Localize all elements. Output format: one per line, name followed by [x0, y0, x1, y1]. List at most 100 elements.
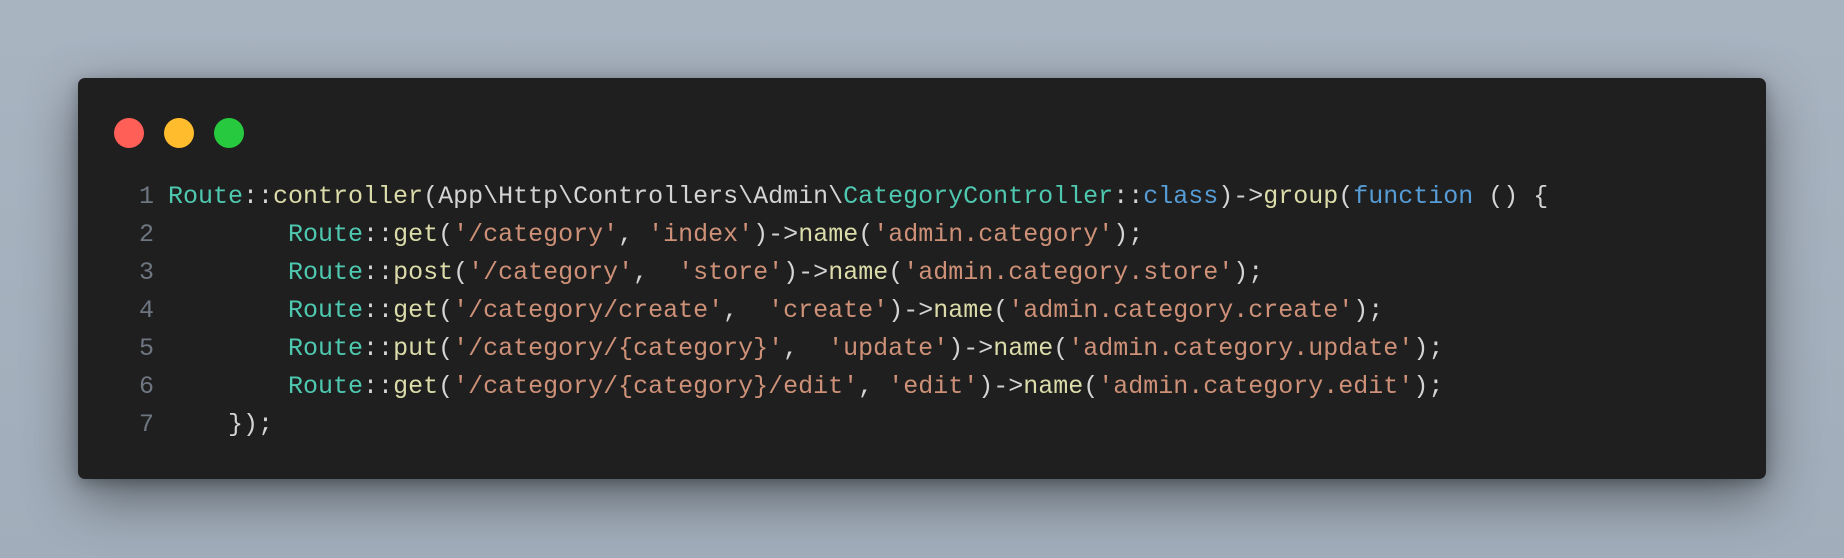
- code-block: 1 Route::controller(App\Http\Controllers\…: [78, 178, 1766, 444]
- code-token: (: [453, 258, 469, 287]
- code-token: put: [393, 334, 439, 363]
- code-token: Route: [288, 258, 364, 287]
- line-source: Route::get('/category/create', 'create')…: [154, 292, 1383, 330]
- code-token: ::: [363, 372, 394, 401]
- code-line: 1 Route::controller(App\Http\Controllers\…: [78, 178, 1766, 216]
- code-token: );: [1413, 372, 1444, 401]
- line-source: Route::get('/category/{category}/edit', …: [154, 368, 1443, 406]
- code-token: ,: [858, 372, 889, 401]
- line-number: 4: [138, 296, 154, 325]
- code-token: (: [1083, 372, 1099, 401]
- code-token: name: [798, 220, 859, 249]
- code-token: '/category': [468, 258, 634, 287]
- code-token: Route: [288, 334, 364, 363]
- code-token: 'admin.category.edit': [1098, 372, 1414, 401]
- window-controls: [114, 118, 244, 148]
- code-token: ,: [723, 296, 769, 325]
- code-window: 1 Route::controller(App\Http\Controllers\…: [78, 78, 1766, 479]
- code-token: (: [993, 296, 1009, 325]
- code-token: controller: [273, 182, 424, 211]
- code-token: CategoryController: [843, 182, 1114, 211]
- code-token: Route: [288, 296, 364, 325]
- code-token: Route: [168, 182, 244, 211]
- code-token: )->: [1218, 182, 1264, 211]
- code-token: get: [393, 296, 439, 325]
- code-line: 7 });: [78, 406, 1766, 444]
- code-token: (: [1053, 334, 1069, 363]
- code-token: ,: [633, 258, 679, 287]
- code-token: '/category': [453, 220, 619, 249]
- line-number: 3: [138, 258, 154, 287]
- code-token: '/category/{category}': [453, 334, 784, 363]
- code-token: 'admin.category.store': [903, 258, 1234, 287]
- line-source: Route::controller(App\Http\Controllers\A…: [154, 178, 1548, 216]
- close-dot-icon[interactable]: [114, 118, 144, 148]
- code-token: 'edit': [888, 372, 979, 401]
- code-token: '/category/{category}/edit': [453, 372, 859, 401]
- line-source: Route::put('/category/{category}', 'upda…: [154, 330, 1443, 368]
- code-token: ::: [363, 334, 394, 363]
- code-token: 'index': [648, 220, 754, 249]
- line-number: 7: [138, 410, 154, 439]
- code-token: 'create': [768, 296, 889, 325]
- code-token: );: [1233, 258, 1264, 287]
- code-token: get: [393, 220, 439, 249]
- line-source: });: [154, 406, 273, 444]
- code-token: )->: [978, 372, 1024, 401]
- code-token: (: [1338, 182, 1354, 211]
- code-token: get: [393, 372, 439, 401]
- code-token: function: [1353, 182, 1474, 211]
- code-token: name: [933, 296, 994, 325]
- code-line: 6 Route::get('/category/{category}/edit'…: [78, 368, 1766, 406]
- code-token: );: [1113, 220, 1144, 249]
- code-line: 4 Route::get('/category/create', 'create…: [78, 292, 1766, 330]
- code-token: (: [438, 296, 454, 325]
- code-token: Route: [288, 220, 364, 249]
- code-token: ::: [243, 182, 274, 211]
- code-token: );: [1353, 296, 1384, 325]
- code-token: (: [438, 334, 454, 363]
- code-token: ::: [1113, 182, 1144, 211]
- line-source: Route::get('/category', 'index')->name('…: [154, 216, 1143, 254]
- code-token: (App\Http\Controllers\Admin\: [423, 182, 844, 211]
- line-number: 2: [138, 220, 154, 249]
- code-token: name: [993, 334, 1054, 363]
- code-line: 5 Route::put('/category/{category}', 'up…: [78, 330, 1766, 368]
- code-token: ::: [363, 296, 394, 325]
- code-line: 3 Route::post('/category', 'store')->nam…: [78, 254, 1766, 292]
- code-token: post: [393, 258, 454, 287]
- code-token: name: [1023, 372, 1084, 401]
- line-number: 6: [138, 372, 154, 401]
- code-token: (: [438, 220, 454, 249]
- code-token: ::: [363, 258, 394, 287]
- code-token: )->: [948, 334, 994, 363]
- code-token: );: [1413, 334, 1444, 363]
- code-token: ,: [783, 334, 829, 363]
- line-number: 1: [138, 182, 154, 211]
- zoom-dot-icon[interactable]: [214, 118, 244, 148]
- code-token: class: [1143, 182, 1219, 211]
- line-number: 5: [138, 334, 154, 363]
- code-token: name: [828, 258, 889, 287]
- code-token: 'store': [678, 258, 784, 287]
- code-token: (: [858, 220, 874, 249]
- minimize-dot-icon[interactable]: [164, 118, 194, 148]
- code-line: 2 Route::get('/category', 'index')->name…: [78, 216, 1766, 254]
- code-token: Route: [288, 372, 364, 401]
- code-token: 'admin.category.create': [1008, 296, 1354, 325]
- code-token: )->: [888, 296, 934, 325]
- code-token: 'admin.category.update': [1068, 334, 1414, 363]
- code-token: (: [438, 372, 454, 401]
- code-token: ,: [618, 220, 649, 249]
- code-token: 'admin.category': [873, 220, 1114, 249]
- code-token: (: [888, 258, 904, 287]
- code-token: )->: [783, 258, 829, 287]
- code-token: ::: [363, 220, 394, 249]
- code-token: group: [1263, 182, 1339, 211]
- line-source: Route::post('/category', 'store')->name(…: [154, 254, 1263, 292]
